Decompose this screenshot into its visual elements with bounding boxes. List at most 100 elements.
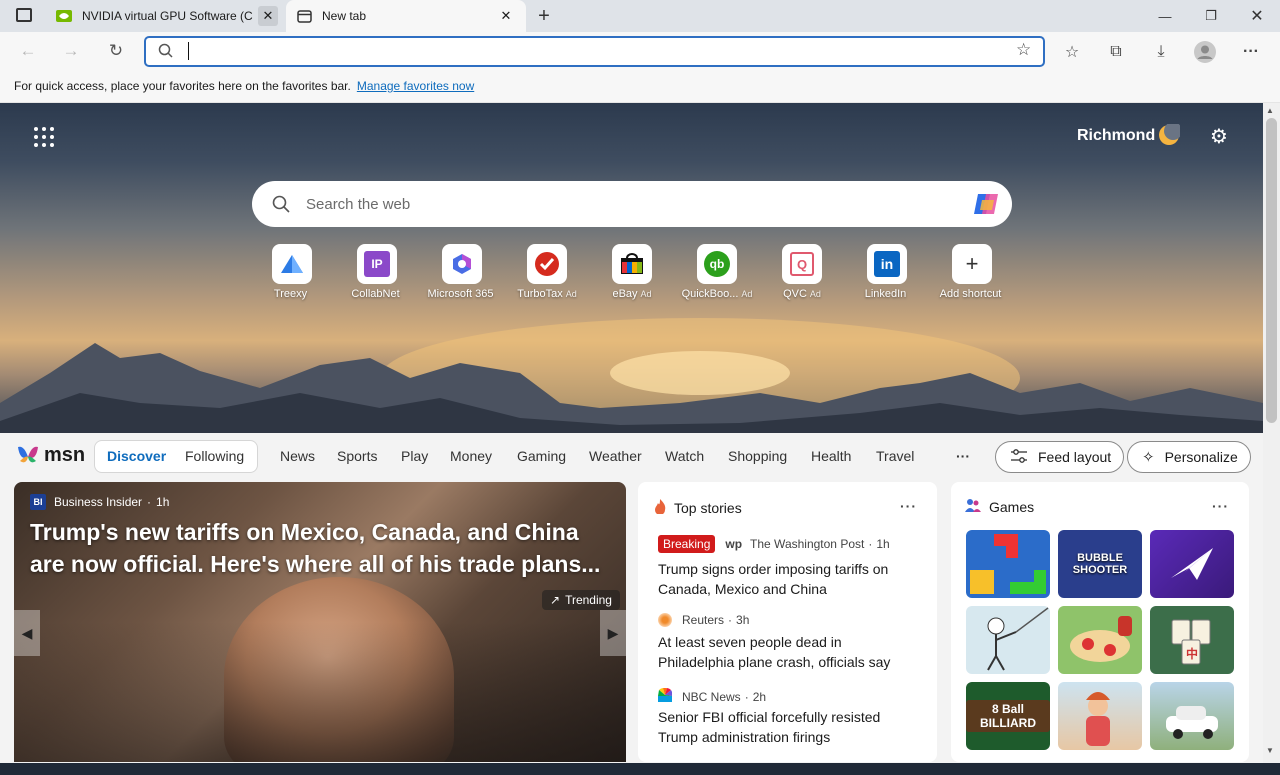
nav-shopping[interactable]: Shopping (728, 448, 787, 464)
personalize-button[interactable]: ✧ Personalize (1127, 441, 1251, 473)
game-tile-mahjong[interactable]: 中 (1150, 606, 1234, 674)
search-icon (272, 195, 290, 217)
address-input[interactable] (188, 42, 193, 60)
shortcut-qvc[interactable]: Q QVC Ad (760, 244, 844, 300)
close-tab-icon[interactable]: ✕ (496, 6, 516, 26)
story-headline[interactable]: Trump signs order imposing tariffs on Ca… (658, 559, 913, 599)
game-title: BUBBLE SHOOTER (1072, 552, 1128, 576)
add-favorite-icon[interactable]: ☆ (1016, 40, 1031, 60)
story-source-name: NBC News (682, 689, 741, 704)
shortcut-quickbooks[interactable]: qb QuickBoo... Ad (675, 244, 759, 300)
scroll-up-arrow[interactable]: ▲ (1266, 106, 1274, 115)
nav-more-button[interactable]: ··· (956, 448, 970, 464)
sparkle-icon: ✧ (1142, 449, 1155, 466)
game-tile-stickman[interactable] (966, 606, 1050, 674)
story-source: Reuters · 3h (658, 613, 749, 627)
tab-new-tab[interactable]: New tab ✕ (286, 0, 526, 32)
nav-watch[interactable]: Watch (665, 448, 704, 464)
news-source-name: Business Insider (54, 495, 143, 509)
weather-location[interactable]: Richmond (1077, 127, 1155, 145)
m365-icon (442, 244, 482, 284)
shortcut-microsoft-365[interactable]: Microsoft 365 (420, 244, 504, 300)
reuters-icon (658, 613, 672, 627)
settings-gear-icon[interactable]: ⚙ (1207, 124, 1231, 148)
games-header: Games (965, 498, 1034, 515)
games-more-icon[interactable]: ··· (1212, 498, 1229, 514)
tab-actions-icon[interactable] (16, 8, 32, 22)
top-stories-more-icon[interactable]: ··· (900, 498, 917, 514)
collabnet-icon: IP (357, 244, 397, 284)
shortcut-add[interactable]: + Add shortcut (930, 244, 1014, 300)
close-window-button[interactable]: ✕ (1234, 0, 1280, 32)
featured-news-card[interactable]: BI Business Insider · 1h Trump's new tar… (14, 482, 626, 762)
msn-logo[interactable]: msn (16, 443, 85, 467)
nav-play[interactable]: Play (401, 448, 428, 464)
carousel-prev-arrow[interactable]: ◀ (14, 610, 40, 656)
tab-following[interactable]: Following (185, 448, 244, 464)
shortcut-collabnet[interactable]: IP CollabNet (335, 244, 419, 300)
nvidia-icon (56, 8, 72, 24)
downloads-icon[interactable]: ⤓ (1148, 39, 1174, 65)
tab-nvidia[interactable]: NVIDIA virtual GPU Software (C ✕ (48, 0, 286, 32)
story-source-name: The Washington Post (750, 537, 865, 551)
game-tile-blocks[interactable] (966, 530, 1050, 598)
feed-layout-button[interactable]: Feed layout (995, 441, 1125, 473)
nav-health[interactable]: Health (811, 448, 851, 464)
scrollbar-thumb[interactable] (1266, 118, 1277, 423)
manage-favorites-link[interactable]: Manage favorites now (357, 79, 474, 93)
ad-label: Ad (640, 289, 652, 299)
nav-sports[interactable]: Sports (337, 448, 377, 464)
ad-label: Ad (741, 289, 753, 299)
news-age: 1h (156, 495, 170, 509)
nav-gaming[interactable]: Gaming (517, 448, 566, 464)
refresh-button[interactable]: ↻ (103, 38, 129, 64)
nav-money[interactable]: Money (450, 448, 492, 464)
story-age: 3h (736, 613, 750, 627)
restore-button[interactable]: ❐ (1188, 0, 1234, 32)
game-tile-character[interactable] (1058, 682, 1142, 750)
moon-icon (1158, 122, 1182, 151)
nav-travel[interactable]: Travel (876, 448, 914, 464)
web-search-box[interactable]: Search the web (252, 181, 1012, 227)
newtab-icon (296, 8, 312, 24)
shortcut-label: CollabNet (351, 288, 400, 300)
carousel-next-arrow[interactable]: ▶ (600, 610, 626, 656)
shortcut-turbotax[interactable]: TurboTax Ad (505, 244, 589, 300)
apps-launcher-icon[interactable] (34, 127, 54, 147)
close-tab-icon[interactable]: ✕ (258, 6, 278, 26)
nav-weather[interactable]: Weather (589, 448, 642, 464)
address-bar[interactable]: ☆ (144, 36, 1045, 67)
shortcut-label: Treexy (273, 288, 308, 300)
shortcut-label: Microsoft 365 (427, 288, 494, 300)
story-headline[interactable]: Senior FBI official forcefully resisted … (658, 707, 913, 747)
shortcut-linkedin[interactable]: in LinkedIn (845, 244, 929, 300)
quickbooks-icon: qb (697, 244, 737, 284)
game-tile-paper-plane[interactable] (1150, 530, 1234, 598)
game-tile-bubble-shooter[interactable]: BUBBLE SHOOTER (1058, 530, 1142, 598)
forward-button[interactable]: → (58, 38, 84, 64)
minimize-button[interactable]: — (1142, 0, 1188, 32)
plus-icon: + (952, 244, 992, 284)
game-tile-car[interactable] (1150, 682, 1234, 750)
collections-icon[interactable]: ⧉ (1103, 39, 1129, 65)
news-source: BI Business Insider · 1h (30, 494, 169, 510)
story-headline[interactable]: At least seven people dead in Philadelph… (658, 632, 913, 672)
shortcut-label: QVC (783, 288, 807, 300)
story-source: NBC News · 2h (658, 687, 766, 705)
game-tile-cooking[interactable] (1058, 606, 1142, 674)
scroll-down-arrow[interactable]: ▼ (1266, 746, 1274, 755)
favorites-icon[interactable]: ☆ (1059, 39, 1085, 65)
more-menu-icon[interactable]: ··· (1238, 39, 1264, 65)
tab-title: New tab (322, 9, 367, 23)
tab-discover[interactable]: Discover (107, 448, 166, 464)
game-tile-billiard[interactable]: 8 Ball BILLIARD (966, 682, 1050, 750)
new-tab-button[interactable]: + (534, 5, 554, 27)
shortcut-label: eBay (612, 288, 638, 300)
featured-headline[interactable]: Trump's new tariffs on Mexico, Canada, a… (30, 516, 610, 580)
nav-news[interactable]: News (280, 448, 315, 464)
back-button[interactable]: ← (15, 38, 41, 64)
profile-avatar[interactable] (1192, 39, 1218, 65)
shortcut-treexy[interactable]: Treexy (250, 244, 334, 300)
shortcut-ebay[interactable]: eBay Ad (590, 244, 674, 300)
copilot-icon[interactable] (972, 190, 1002, 222)
